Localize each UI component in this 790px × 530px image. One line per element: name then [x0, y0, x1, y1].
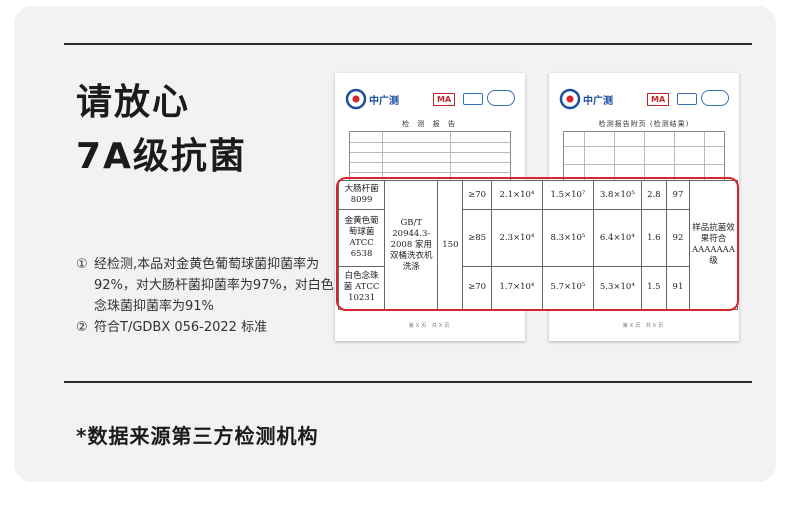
ma-mark: MA — [647, 93, 670, 106]
accreditation-icon — [701, 90, 729, 106]
brand-logo-icon — [345, 88, 367, 110]
headline-line-1: 请放心 — [76, 82, 191, 123]
certification-icon — [463, 93, 483, 105]
note-text: 经检测,本品对金黄色葡萄球菌抑菌率为92%，对大肠杆菌抑菌率为97%，对白色念珠… — [94, 257, 334, 314]
ma-mark: MA — [433, 93, 456, 106]
note-number: ② — [76, 320, 88, 335]
report-footer: 第X页 共X页 — [622, 323, 666, 329]
report-title: 检测报告附页 (检测结果) — [598, 120, 690, 128]
report-title: 检 测 报 告 — [402, 120, 458, 128]
top-divider — [64, 43, 752, 45]
headline-line-2: 7A级抗菌 — [76, 136, 247, 177]
brand-logo-icon — [559, 88, 581, 110]
note-number: ① — [76, 257, 88, 272]
report-header: 中广测 MA — [559, 87, 729, 113]
report-header: 中广测 MA — [345, 87, 515, 113]
report-footer: 第X页 共X页 — [408, 323, 452, 329]
highlight-frame — [336, 177, 739, 311]
note-item: ① 经检测,本品对金黄色葡萄球菌抑菌率为92%，对大肠杆菌抑菌率为97%，对白色… — [76, 254, 346, 317]
report-info-table — [349, 131, 511, 181]
brand-name: 中广测 — [369, 96, 399, 107]
note-item: ② 符合T/GDBX 056-2022 标准 — [76, 317, 346, 338]
accreditation-icon — [487, 90, 515, 106]
note-text: 符合T/GDBX 056-2022 标准 — [94, 320, 268, 335]
report-results-table — [563, 131, 725, 181]
test-notes: ① 经检测,本品对金黄色葡萄球菌抑菌率为92%，对大肠杆菌抑菌率为97%，对白色… — [76, 254, 346, 338]
bottom-divider — [64, 381, 752, 383]
source-note: *数据来源第三方检测机构 — [76, 424, 319, 448]
certification-icon — [677, 93, 697, 105]
brand-name: 中广测 — [583, 96, 613, 107]
